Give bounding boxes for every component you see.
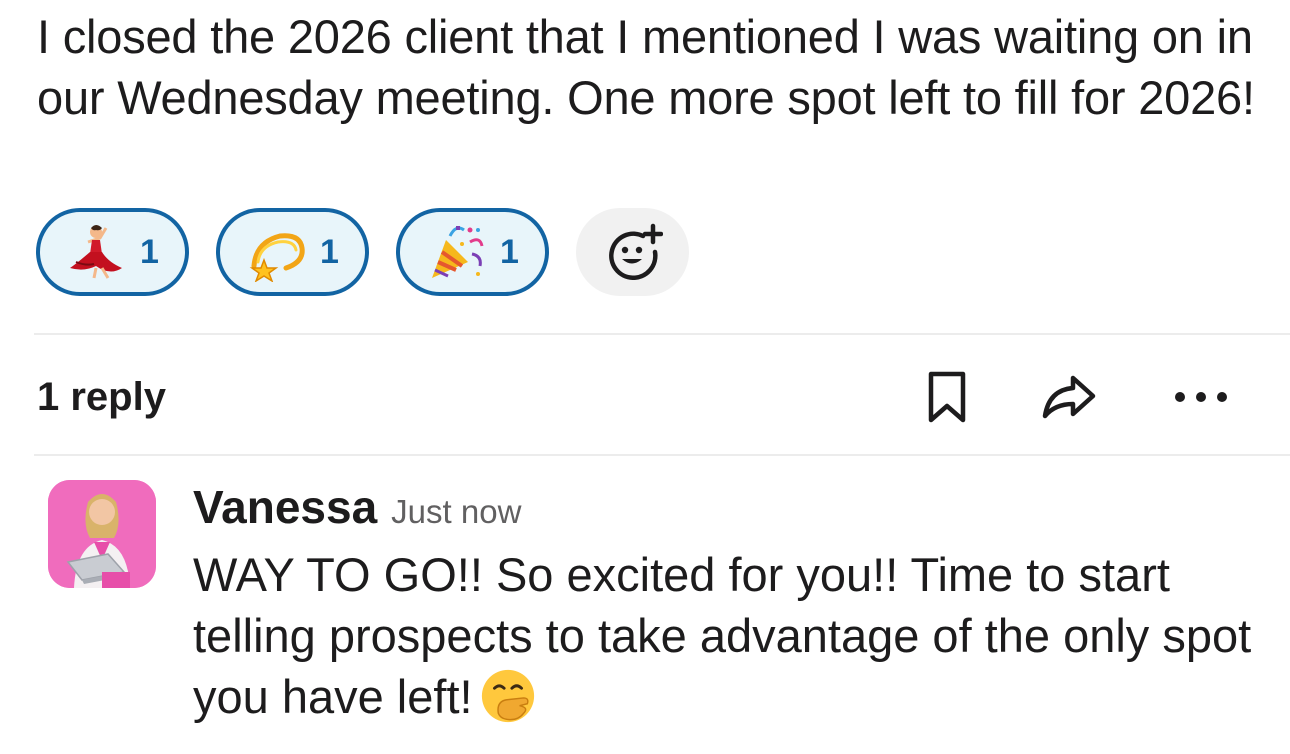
reply-body: Vanessa Just now WAY TO GO!! So excited … [193, 480, 1273, 727]
message-text: I closed the 2026 client that I mentione… [37, 10, 1255, 124]
reply-count-link[interactable]: 1 reply [37, 375, 166, 420]
more-icon [1175, 392, 1227, 402]
reactions-bar: 1 1 1 [36, 208, 689, 296]
add-reaction-button[interactable] [576, 208, 689, 296]
reaction-party-popper[interactable]: 1 [396, 208, 549, 296]
bookmark-icon [928, 371, 966, 423]
add-reaction-icon [608, 223, 663, 280]
reaction-count: 1 [500, 232, 519, 271]
more-actions-button[interactable] [1171, 362, 1231, 432]
bookmark-button[interactable] [917, 362, 977, 432]
timestamp[interactable]: Just now [391, 493, 521, 531]
reply-header: Vanessa Just now [193, 480, 1273, 542]
share-icon [1042, 375, 1096, 419]
share-button[interactable] [1039, 362, 1099, 432]
reply-text-content: WAY TO GO!! So excited for you!! Time to… [193, 548, 1252, 723]
reaction-dancer[interactable]: 1 [36, 208, 189, 296]
reaction-count: 1 [320, 232, 339, 271]
message-thread: I closed the 2026 client that I mentione… [0, 0, 1290, 754]
avatar[interactable] [48, 480, 156, 588]
author-name[interactable]: Vanessa [193, 480, 377, 534]
divider [34, 454, 1290, 456]
party-popper-emoji [432, 226, 484, 278]
reaction-dizzy[interactable]: 1 [216, 208, 369, 296]
divider [34, 333, 1290, 335]
dancer-emoji [70, 225, 123, 279]
reaction-count: 1 [140, 232, 159, 271]
face-with-hand-over-mouth-emoji [481, 669, 534, 723]
dizzy-emoji [249, 233, 305, 282]
avatar-image [48, 480, 156, 588]
reply-text: WAY TO GO!! So excited for you!! Time to… [193, 544, 1273, 727]
thread-bar: 1 reply [37, 362, 1257, 432]
